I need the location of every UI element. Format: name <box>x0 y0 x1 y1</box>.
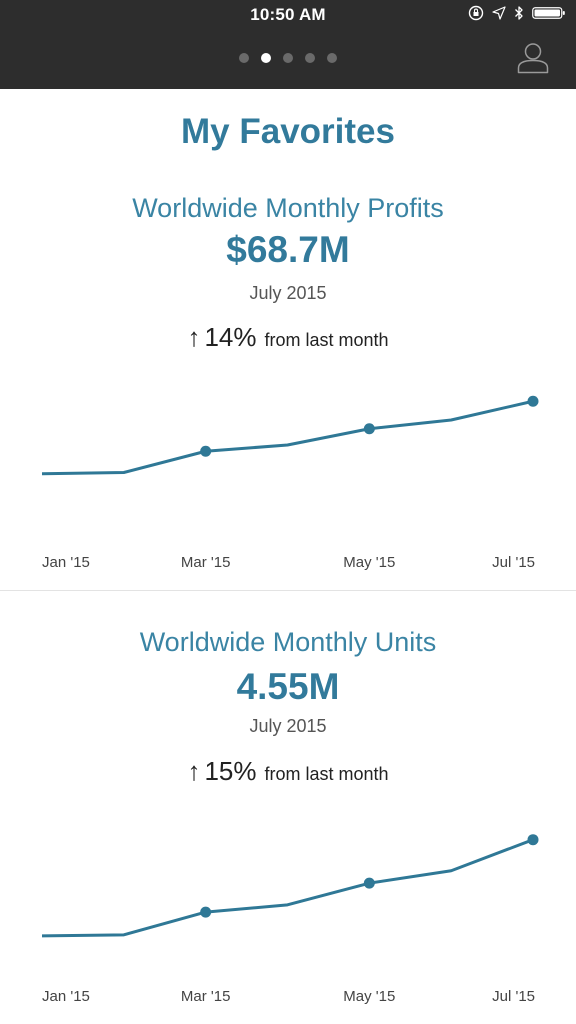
x-tick-label: Mar '15 <box>181 554 231 571</box>
battery-icon <box>532 5 566 26</box>
x-tick-label: Jan '15 <box>42 988 90 1005</box>
status-icons <box>468 5 566 25</box>
page-dot[interactable] <box>283 53 293 63</box>
units-line-chart[interactable]: Jan '15 Mar '15 May '15 Jul '15 <box>0 779 576 1019</box>
profits-line-chart[interactable]: Jan '15 Mar '15 May '15 Jul '15 <box>0 345 576 585</box>
card-title: Worldwide Monthly Profits <box>132 193 444 223</box>
page-dot-active[interactable] <box>261 53 271 63</box>
data-point[interactable] <box>200 445 212 457</box>
series-line <box>41 399 534 476</box>
card-value: $68.7M <box>226 229 350 270</box>
x-tick-label: May '15 <box>343 554 395 571</box>
divider <box>0 590 576 591</box>
profile-icon[interactable] <box>516 40 550 74</box>
data-point[interactable] <box>527 395 539 407</box>
data-point[interactable] <box>363 423 375 435</box>
x-tick-label: May '15 <box>343 988 395 1005</box>
x-tick-label: Jan '15 <box>42 554 90 571</box>
data-point[interactable] <box>527 834 539 846</box>
page-dot[interactable] <box>239 53 249 63</box>
page-dot[interactable] <box>305 53 315 63</box>
page-title: My Favorites <box>181 112 395 151</box>
card-value: 4.55M <box>236 666 340 707</box>
page-dot[interactable] <box>327 53 337 63</box>
series-line <box>41 838 534 938</box>
location-icon <box>492 5 506 25</box>
data-point[interactable] <box>363 877 375 889</box>
rotation-lock-icon <box>468 5 484 26</box>
page-indicator[interactable] <box>0 53 576 63</box>
card-date: July 2015 <box>249 283 327 303</box>
bluetooth-icon <box>514 5 524 26</box>
data-point[interactable] <box>200 906 212 918</box>
x-tick-label: Mar '15 <box>181 988 231 1005</box>
x-tick-label: Jul '15 <box>492 554 535 571</box>
top-bar: 10:50 AM <box>0 0 576 89</box>
card-title: Worldwide Monthly Units <box>139 627 437 657</box>
x-tick-label: Jul '15 <box>492 988 535 1005</box>
card-date: July 2015 <box>249 716 327 736</box>
